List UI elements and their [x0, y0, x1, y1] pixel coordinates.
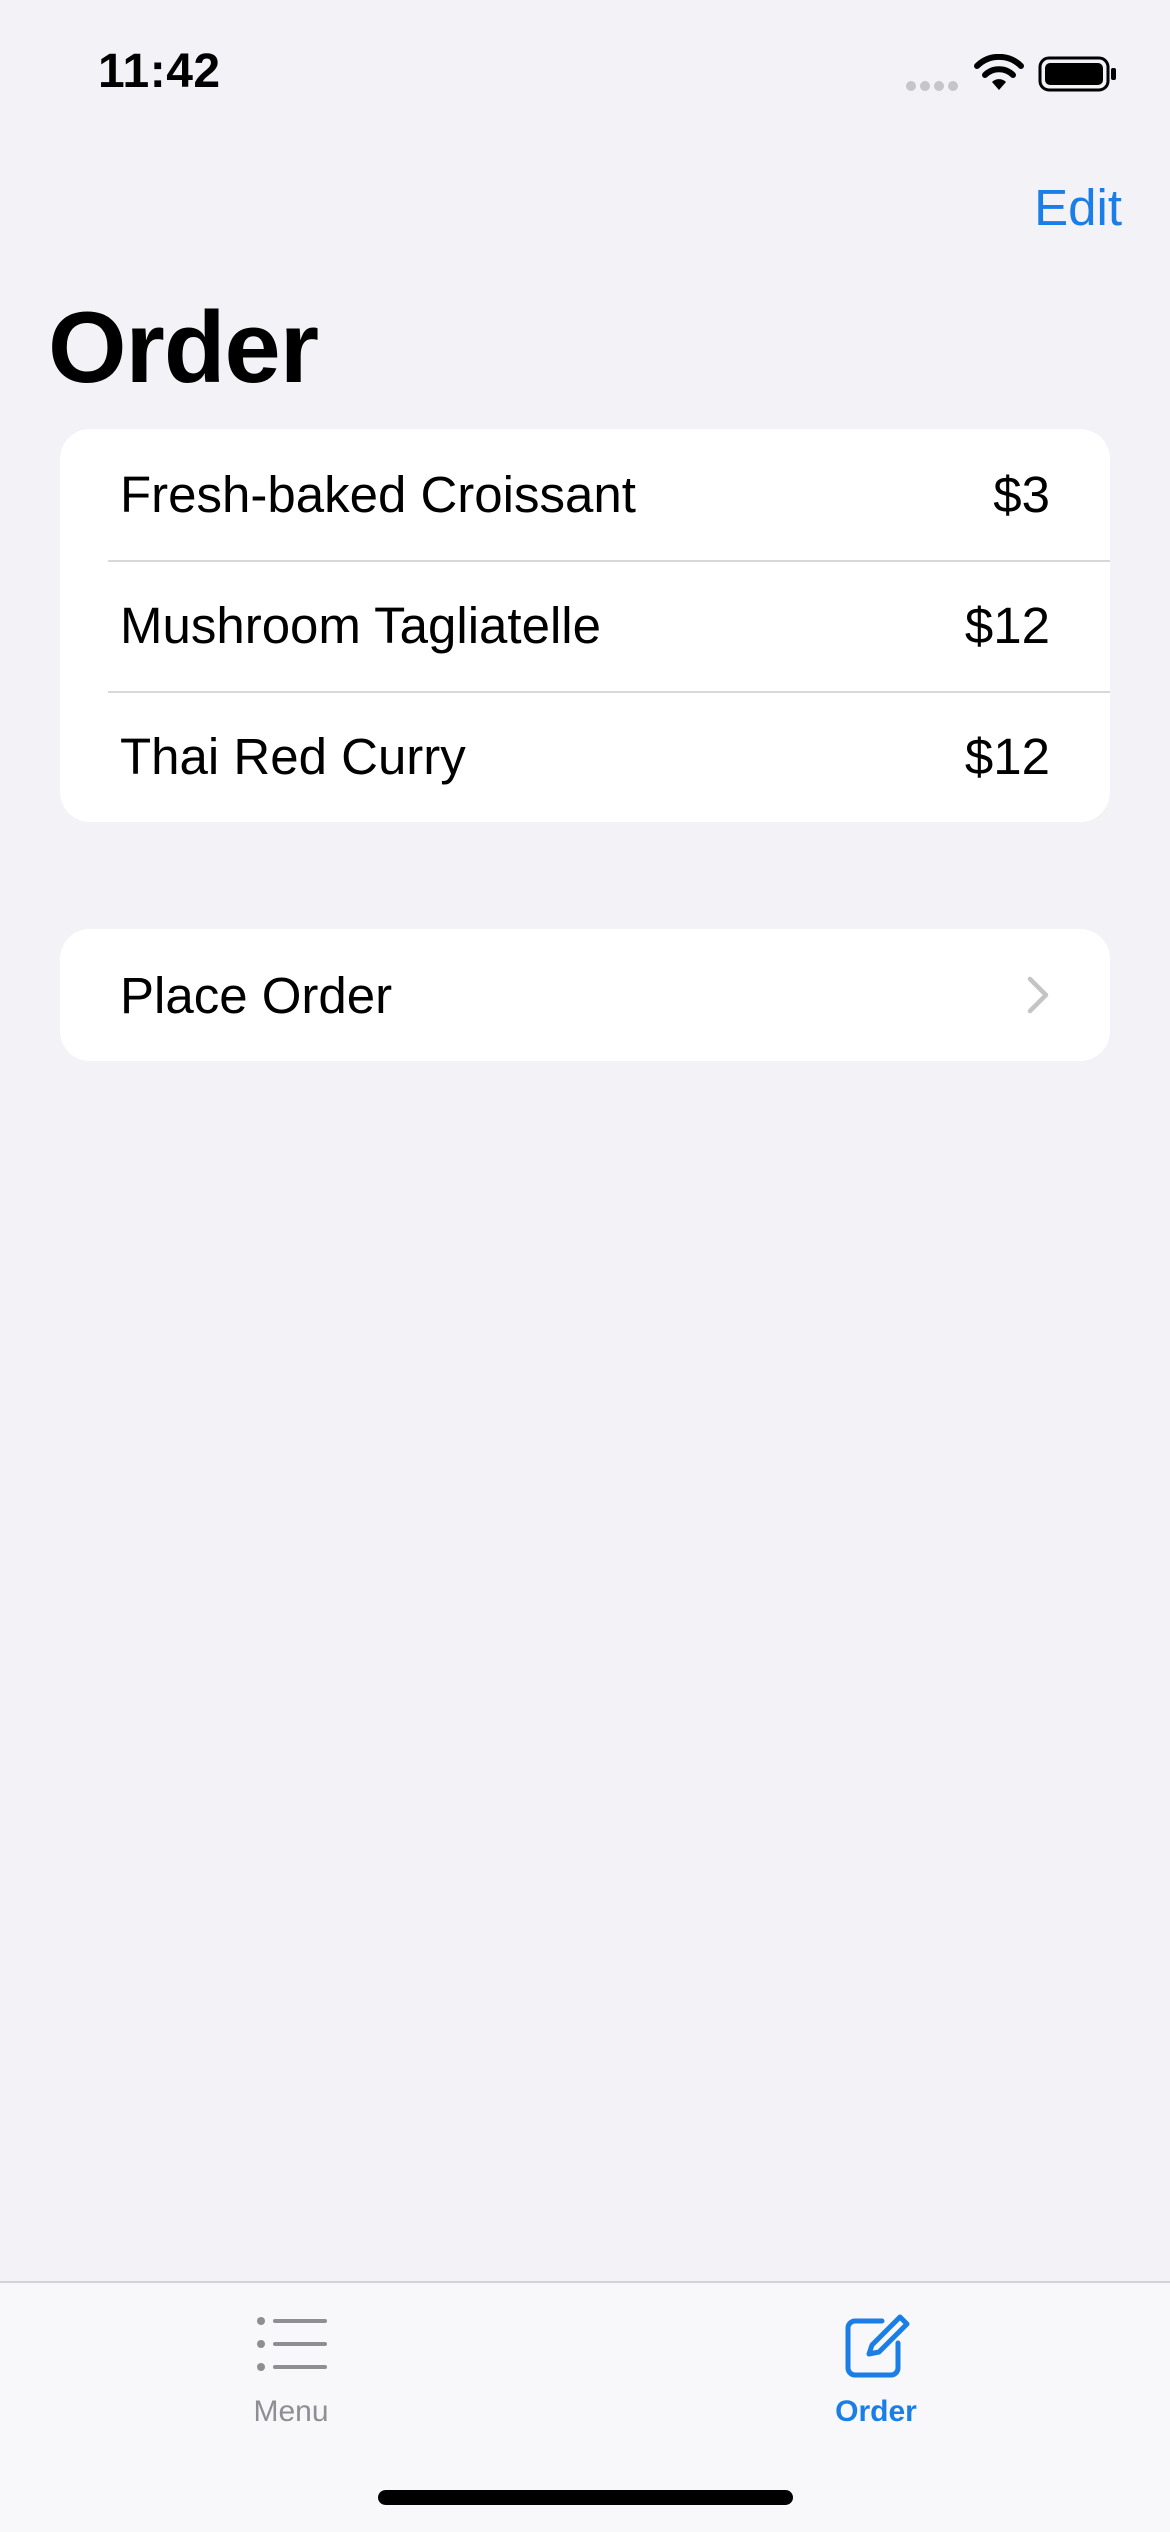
order-item[interactable]: Fresh-baked Croissant $3: [60, 429, 1110, 560]
status-bar: 11:42: [0, 0, 1170, 150]
order-item-price: $12: [964, 597, 1050, 654]
cellular-signal-icon: [906, 81, 958, 91]
list-icon: [257, 2317, 327, 2371]
tab-label: Menu: [253, 2395, 329, 2428]
order-item[interactable]: Thai Red Curry $12: [60, 691, 1110, 822]
page-title: Order: [48, 292, 319, 404]
order-item-price: $12: [964, 728, 1050, 785]
order-item-name: Mushroom Tagliatelle: [120, 597, 601, 654]
order-item[interactable]: Mushroom Tagliatelle $12: [60, 560, 1110, 691]
square-and-pencil-icon: [845, 2314, 910, 2378]
home-indicator: [378, 2490, 793, 2505]
place-order-label: Place Order: [120, 966, 393, 1024]
chevron-right-icon: [1027, 976, 1049, 1014]
tab-order[interactable]: Order: [776, 2309, 976, 2439]
place-order-button[interactable]: Place Order: [60, 929, 1110, 1061]
tab-label: Order: [835, 2395, 917, 2428]
order-item-price: $3: [993, 466, 1050, 523]
order-item-name: Thai Red Curry: [120, 728, 466, 785]
order-item-name: Fresh-baked Croissant: [120, 466, 636, 523]
tab-menu[interactable]: Menu: [191, 2309, 391, 2439]
status-time: 11:42: [98, 45, 221, 98]
order-list: Fresh-baked Croissant $3 Mushroom Taglia…: [60, 429, 1110, 822]
battery-icon: [1038, 56, 1116, 92]
edit-button[interactable]: Edit: [1034, 178, 1122, 237]
wifi-icon: [974, 54, 1024, 90]
